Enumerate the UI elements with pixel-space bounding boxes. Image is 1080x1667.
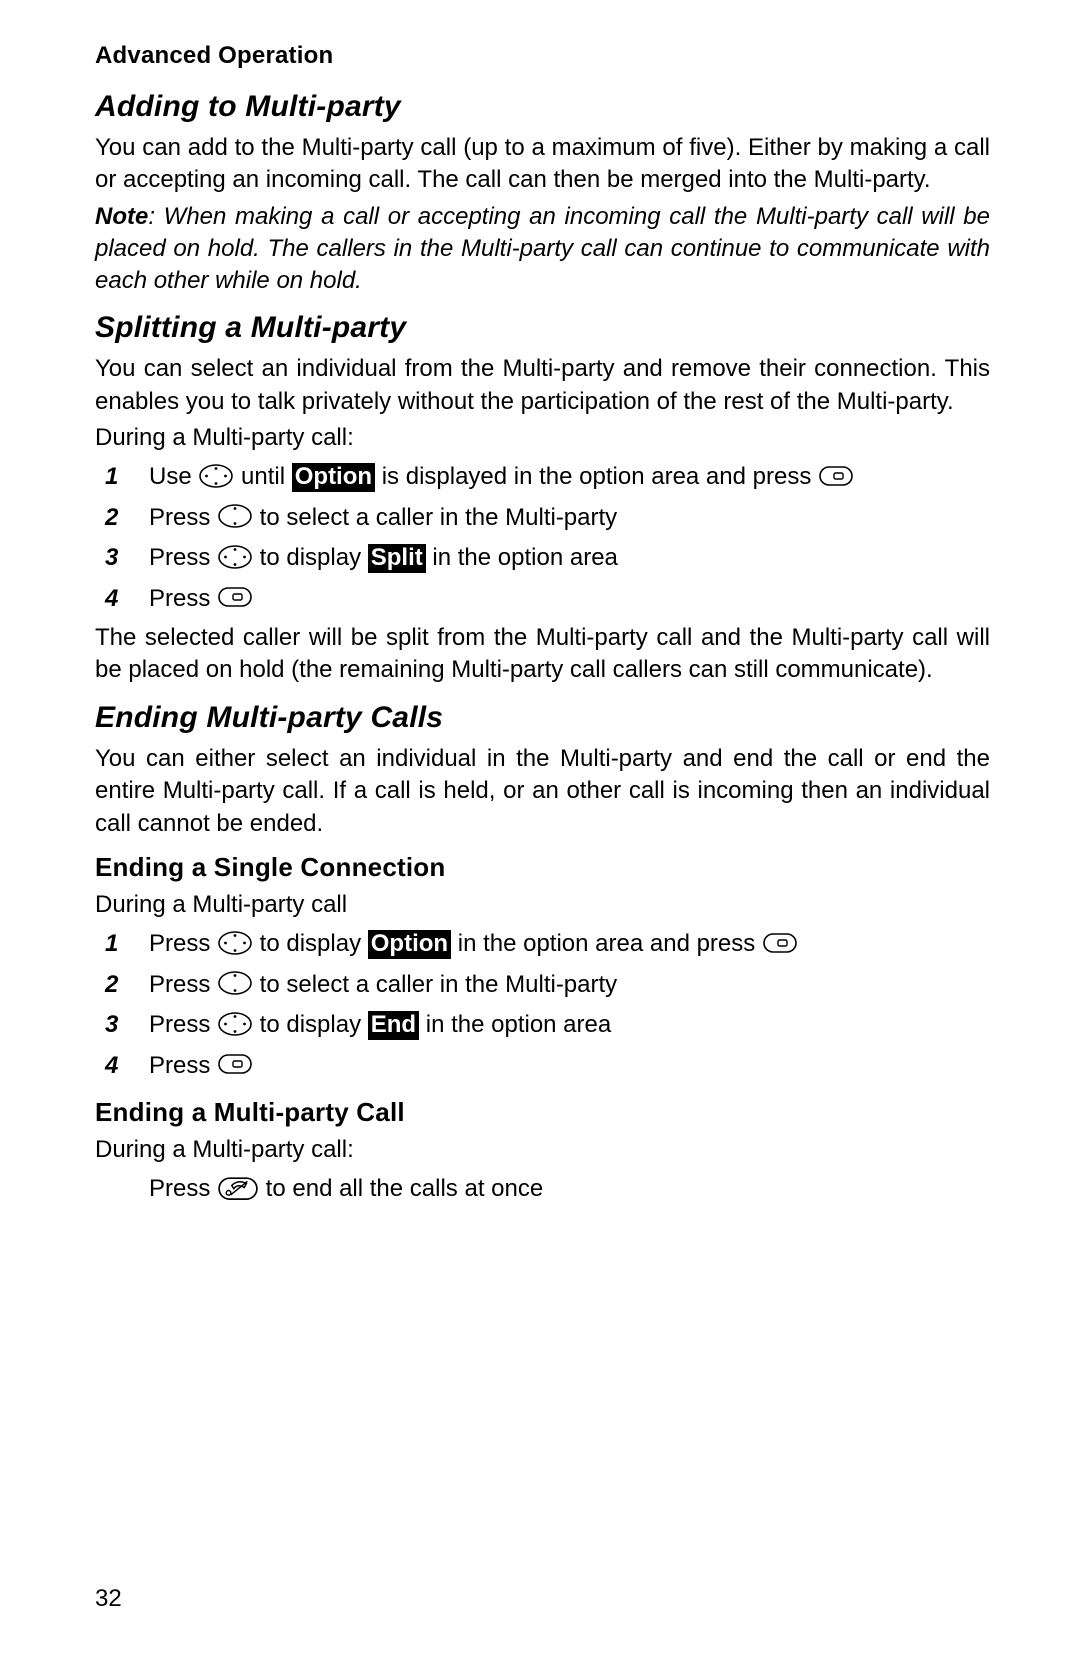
heading-ending: Ending Multi-party Calls — [95, 701, 990, 735]
option-pill: Option — [292, 463, 375, 492]
end-all-step: Press to end all the calls at once — [95, 1170, 990, 1208]
end-single-intro: During a Multi-party call — [95, 889, 990, 921]
option-pill: End — [368, 1011, 419, 1040]
sub-end-all: Ending a Multi-party Call — [95, 1097, 990, 1128]
nav-key-icon — [217, 930, 253, 956]
list-item: Press to display Split in the option are… — [95, 539, 990, 577]
heading-adding: Adding to Multi-party — [95, 90, 990, 124]
splitting-result: The selected caller will be split from t… — [95, 622, 990, 687]
note-text: : When making a call or accepting an inc… — [95, 203, 990, 294]
nav-updown-icon — [217, 503, 253, 529]
end-single-steps: Press to display Option in the option ar… — [95, 925, 990, 1085]
sub-end-single: Ending a Single Connection — [95, 852, 990, 883]
list-item: Press to select a caller in the Multi-pa… — [95, 966, 990, 1004]
list-item: Press to display Option in the option ar… — [95, 925, 990, 963]
softkey-icon — [217, 1051, 253, 1077]
end-all-intro: During a Multi-party call: — [95, 1134, 990, 1166]
page-number: 32 — [95, 1585, 122, 1613]
adding-note: Note: When making a call or accepting an… — [95, 201, 990, 297]
splitting-steps: Use until Option is displayed in the opt… — [95, 458, 990, 618]
page-header: Advanced Operation — [95, 42, 990, 70]
list-item: Press — [95, 1047, 990, 1085]
list-item: Press to select a caller in the Multi-pa… — [95, 499, 990, 537]
list-item: Press to display End in the option area — [95, 1006, 990, 1044]
nav-key-icon — [217, 1011, 253, 1037]
list-item: Press — [95, 580, 990, 618]
list-item: Use until Option is displayed in the opt… — [95, 458, 990, 496]
nav-key-icon — [217, 544, 253, 570]
note-label: Note — [95, 203, 148, 230]
heading-splitting: Splitting a Multi-party — [95, 311, 990, 345]
nav-updown-icon — [217, 970, 253, 996]
splitting-para: You can select an individual from the Mu… — [95, 353, 990, 418]
nav-key-icon — [198, 463, 234, 489]
end-call-icon — [217, 1175, 259, 1201]
ending-para: You can either select an individual in t… — [95, 743, 990, 840]
adding-para: You can add to the Multi-party call (up … — [95, 132, 990, 197]
manual-page: Advanced Operation Adding to Multi-party… — [0, 0, 1080, 1667]
softkey-icon — [217, 584, 253, 610]
option-pill: Split — [368, 544, 426, 573]
splitting-intro: During a Multi-party call: — [95, 422, 990, 454]
option-pill: Option — [368, 930, 451, 959]
softkey-icon — [818, 463, 854, 489]
softkey-icon — [762, 930, 798, 956]
